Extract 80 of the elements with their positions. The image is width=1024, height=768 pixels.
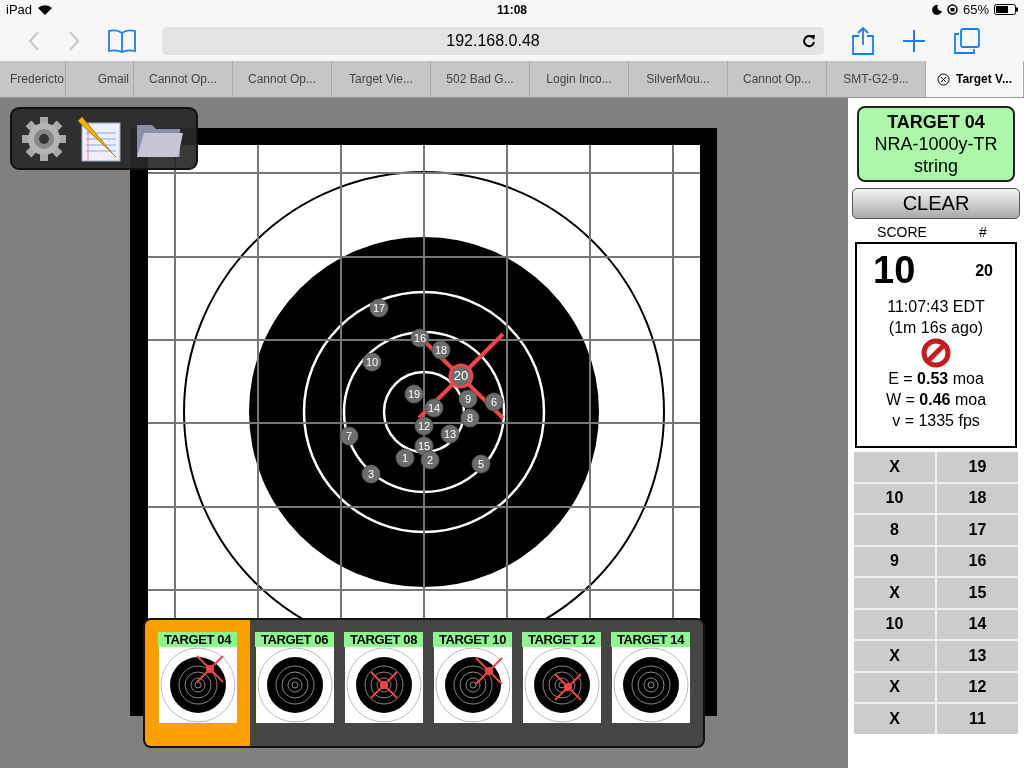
- shot-marker[interactable]: 17: [369, 298, 389, 318]
- target-thumbnail[interactable]: TARGET 12: [517, 620, 606, 746]
- elevation-reading: E = 0.53 moa: [888, 369, 984, 389]
- settings-icon[interactable]: [20, 114, 68, 163]
- shot-marker[interactable]: 1: [395, 448, 415, 468]
- table-cell: 11: [937, 704, 1018, 734]
- velocity-reading: v = 1335 fps: [892, 411, 980, 431]
- shot-marker[interactable]: 6: [484, 392, 504, 412]
- table-cell: 10: [854, 483, 935, 513]
- table-cell: 15: [937, 578, 1018, 608]
- shot-marker[interactable]: 7: [339, 426, 359, 446]
- battery-percent: 65%: [962, 2, 989, 18]
- shot-number: 20: [975, 260, 993, 281]
- table-cell: X: [854, 704, 935, 734]
- table-cell: X: [854, 452, 935, 482]
- table-cell: 14: [937, 609, 1018, 639]
- table-cell: 10: [854, 609, 935, 639]
- table-cell: X: [854, 641, 935, 671]
- table-cell: 8: [854, 515, 935, 545]
- new-tab-icon[interactable]: [902, 28, 926, 53]
- browser-tab[interactable]: Cannot Op...: [134, 61, 233, 97]
- shot-marker[interactable]: 16: [410, 328, 430, 348]
- table-cell: X: [854, 672, 935, 702]
- mode-label: string: [914, 155, 958, 177]
- close-icon[interactable]: [937, 72, 950, 86]
- share-icon[interactable]: [852, 26, 874, 55]
- target-thumbnail[interactable]: TARGET 04: [145, 620, 250, 746]
- clock-time: 11:08: [497, 2, 527, 17]
- table-cell: 18: [937, 483, 1018, 513]
- windage-reading: W = 0.46 moa: [885, 390, 987, 410]
- browser-tab[interactable]: 502 Bad G...: [431, 61, 530, 97]
- bookmarks-icon[interactable]: [108, 28, 136, 53]
- table-cell: 17: [937, 515, 1018, 545]
- reload-icon[interactable]: [802, 33, 816, 48]
- column-header: SCORE: [877, 224, 927, 240]
- shot-marker[interactable]: 5: [471, 454, 491, 474]
- shot-marker[interactable]: 10: [362, 352, 382, 372]
- address-bar[interactable]: 192.168.0.48: [162, 26, 824, 55]
- clear-button[interactable]: CLEAR: [852, 188, 1020, 219]
- battery-icon: [994, 4, 1018, 16]
- target-name: TARGET 04: [887, 111, 985, 133]
- target-thumbnail[interactable]: TARGET 14: [606, 620, 695, 746]
- browser-tab[interactable]: Cannot Op...: [728, 61, 827, 97]
- shot-marker[interactable]: 3: [361, 464, 381, 484]
- shot-marker[interactable]: 14: [424, 398, 444, 418]
- shot-marker[interactable]: 13: [440, 424, 460, 444]
- shot-marker[interactable]: 12: [414, 416, 434, 436]
- target-thumbnail[interactable]: TARGET 08: [339, 620, 428, 746]
- column-header: #: [979, 224, 987, 240]
- wifi-icon: [37, 3, 54, 16]
- prohibited-icon[interactable]: [921, 338, 951, 368]
- browser-tab[interactable]: SilverMou...: [629, 61, 728, 97]
- notepad-icon[interactable]: [78, 114, 124, 163]
- course-name: NRA-1000y-TR: [874, 133, 998, 155]
- table-cell: 9: [854, 546, 935, 576]
- shot-marker[interactable]: 8: [460, 408, 480, 428]
- shot-time: 11:07:43 EDT: [887, 297, 985, 317]
- moon-icon: [931, 4, 942, 15]
- shot-marker[interactable]: 9: [458, 389, 478, 409]
- table-cell: 16: [937, 546, 1018, 576]
- tabs-icon[interactable]: [954, 27, 980, 54]
- table-cell: X: [854, 578, 935, 608]
- table-cell: 19: [937, 452, 1018, 482]
- rotation-lock-icon: [946, 4, 958, 16]
- table-cell: 13: [937, 641, 1018, 671]
- table-cell: 12: [937, 672, 1018, 702]
- browser-tab[interactable]: Login Inco...: [530, 61, 629, 97]
- browser-tab[interactable]: Target Vie...: [332, 61, 431, 97]
- shot-marker[interactable]: 19: [404, 384, 424, 404]
- shot-age: (1m 16s ago): [888, 318, 984, 338]
- device-name: iPad: [6, 2, 33, 18]
- browser-tab[interactable]: Gmail: [66, 61, 134, 97]
- shot-marker[interactable]: 2: [420, 450, 440, 470]
- target-thumbnail[interactable]: TARGET 10: [428, 620, 517, 746]
- browser-tab[interactable]: Fredericto: [0, 61, 66, 97]
- browser-tab[interactable]: Target V...: [926, 61, 1024, 97]
- shot-marker[interactable]: 18: [431, 340, 451, 360]
- target-thumbnail[interactable]: TARGET 06: [250, 620, 339, 746]
- shot-marker[interactable]: 20: [448, 363, 474, 389]
- browser-tab[interactable]: Cannot Op...: [233, 61, 332, 97]
